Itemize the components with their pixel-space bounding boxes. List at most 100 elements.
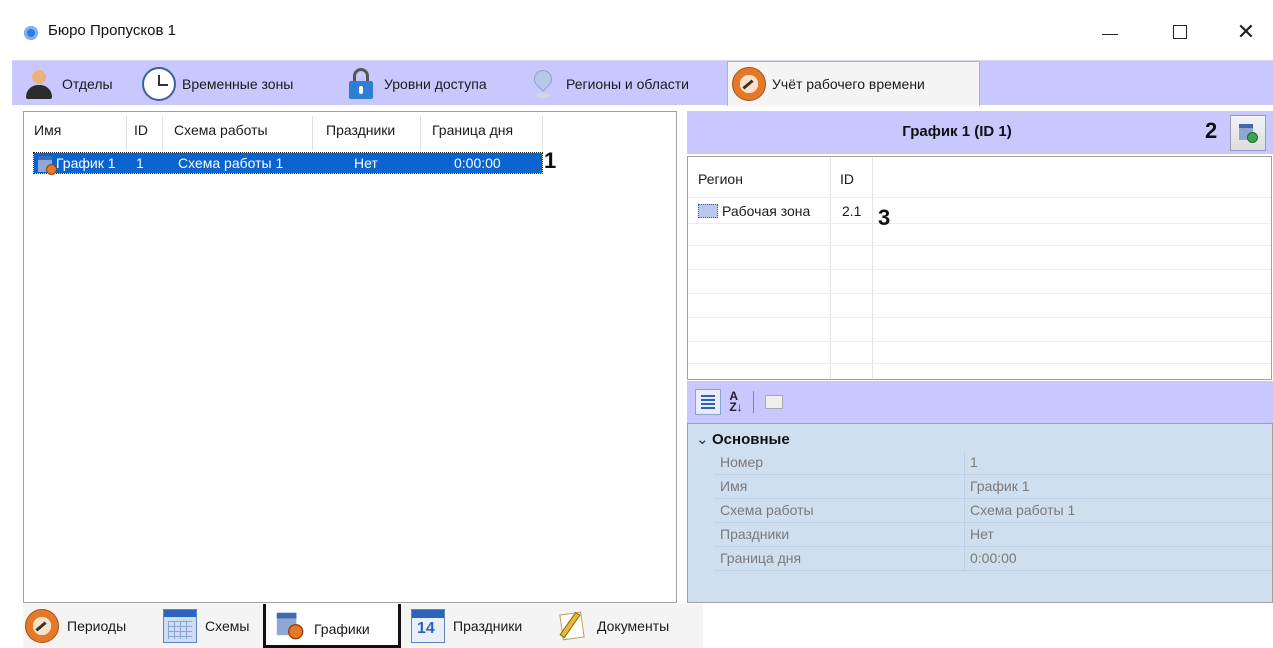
row-divider <box>688 223 1271 224</box>
column-header-region-id[interactable]: ID <box>840 171 854 187</box>
tab-label: Отделы <box>62 75 113 92</box>
callout-1: 1 <box>544 148 557 173</box>
tab-time-tracking[interactable]: Учёт рабочего времени <box>727 61 980 106</box>
property-name: Схема работы <box>720 502 814 518</box>
cell-holidays: Нет <box>354 155 378 171</box>
row-divider <box>688 269 1271 270</box>
row-divider <box>688 293 1271 294</box>
column-header-region[interactable]: Регион <box>698 171 743 187</box>
tab-label: Схемы <box>205 618 250 634</box>
tab-access-levels[interactable]: Уровни доступа <box>340 61 487 106</box>
schedule-icon <box>36 154 58 176</box>
property-name: Имя <box>720 478 748 494</box>
tab-schemes[interactable]: Схемы <box>163 604 249 648</box>
property-pages-button[interactable] <box>761 389 787 415</box>
property-row-holidays[interactable]: Праздники Нет <box>714 524 1272 544</box>
row-divider <box>714 570 1272 571</box>
close-icon: ✕ <box>1236 19 1256 44</box>
row-divider <box>714 474 1272 475</box>
person-icon <box>22 67 56 101</box>
cell-region-name: Рабочая зона <box>722 203 811 219</box>
property-name: Граница дня <box>720 550 802 566</box>
property-name: Праздники <box>720 526 790 542</box>
property-row-name[interactable]: Имя График 1 <box>714 476 1272 496</box>
tab-label: Периоды <box>67 618 127 634</box>
column-header-id[interactable]: ID <box>134 122 148 138</box>
tab-label: Графики <box>314 620 370 637</box>
property-value: Схема работы 1 <box>970 502 1076 518</box>
column-divider[interactable] <box>542 116 543 150</box>
top-tab-bar: Отделы Временные зоны Уровни доступа Рег… <box>12 60 1273 106</box>
row-divider <box>688 317 1271 318</box>
property-row-day-boundary[interactable]: Граница дня 0:00:00 <box>714 548 1272 568</box>
row-divider <box>714 546 1272 547</box>
clock-icon <box>142 66 176 101</box>
categorized-button[interactable] <box>695 389 721 415</box>
documents-icon <box>555 609 589 643</box>
property-value: Нет <box>970 526 994 542</box>
tab-label: Регионы и области <box>566 75 689 92</box>
tab-regions[interactable]: Регионы и области <box>522 61 689 106</box>
maximize-icon <box>1173 25 1187 39</box>
tab-label: Уровни доступа <box>384 75 487 92</box>
category-main[interactable]: ⌄ Основные <box>696 430 790 448</box>
table-icon <box>163 609 197 643</box>
schedule-detail-title: График 1 (ID 1) <box>902 123 1012 140</box>
schedule-add-icon <box>1237 122 1259 144</box>
column-header-day-boundary[interactable]: Граница дня <box>432 122 513 138</box>
column-divider <box>872 157 873 379</box>
title-bar: Бюро Пропусков 1 ✕ <box>0 0 1273 64</box>
property-row-scheme[interactable]: Схема работы Схема работы 1 <box>714 500 1272 520</box>
row-divider <box>688 341 1271 342</box>
column-divider[interactable] <box>162 116 163 150</box>
property-row-number[interactable]: Номер 1 <box>714 452 1272 472</box>
tab-departments[interactable]: Отделы <box>18 61 113 106</box>
zone-icon <box>698 204 718 218</box>
categorized-icon <box>701 395 715 409</box>
property-value: График 1 <box>970 478 1030 494</box>
schedule-icon <box>272 608 306 642</box>
calendar-icon: 14 <box>411 609 445 643</box>
gauge-icon <box>25 609 59 643</box>
tab-time-zones[interactable]: Временные зоны <box>138 61 293 106</box>
window-title: Бюро Пропусков 1 <box>48 22 176 39</box>
tab-label: Учёт рабочего времени <box>772 76 925 92</box>
property-pages-icon <box>765 395 783 409</box>
add-region-button[interactable] <box>1230 115 1266 151</box>
maximize-button[interactable] <box>1160 16 1200 48</box>
row-divider <box>714 522 1272 523</box>
column-divider[interactable] <box>312 116 313 150</box>
cell-region-id: 2.1 <box>842 203 862 219</box>
column-divider[interactable] <box>420 116 421 150</box>
property-toolbar: A Z↓ <box>687 381 1273 423</box>
row-divider <box>688 363 1271 364</box>
tab-label: Документы <box>597 618 670 634</box>
cell-day-boundary: 0:00:00 <box>454 155 501 171</box>
row-divider <box>688 245 1271 246</box>
close-button[interactable]: ✕ <box>1226 16 1266 48</box>
column-header-name[interactable]: Имя <box>34 122 61 138</box>
toolbar-separator <box>753 391 754 413</box>
column-divider[interactable] <box>126 116 127 150</box>
column-header-holidays[interactable]: Праздники <box>326 122 395 138</box>
row-divider <box>688 197 1271 198</box>
tab-schedules[interactable]: Графики <box>263 604 401 648</box>
callout-3: 3 <box>878 205 891 230</box>
property-grid: ⌄ Основные Номер 1 Имя График 1 Схема раб… <box>687 423 1273 603</box>
map-pin-icon <box>526 65 560 101</box>
cell-scheme: Схема работы 1 <box>178 155 284 171</box>
minimize-button[interactable] <box>1090 16 1130 48</box>
schedules-table: Имя ID Схема работы Праздники Граница дн… <box>23 111 677 603</box>
column-divider <box>830 157 831 379</box>
chevron-down-icon: ⌄ <box>696 431 709 448</box>
tab-holidays[interactable]: 14 Праздники <box>411 604 522 648</box>
sort-alphabetical-button[interactable]: A Z↓ <box>723 389 749 415</box>
gauge-icon <box>732 67 766 101</box>
bottom-tab-bar: Периоды Схемы Графики 14 Праздники Докум… <box>23 604 703 648</box>
tab-documents[interactable]: Документы <box>555 604 669 648</box>
tab-label: Праздники <box>453 618 523 634</box>
property-value: 0:00:00 <box>970 550 1017 566</box>
tab-periods[interactable]: Периоды <box>25 604 126 648</box>
category-label: Основные <box>712 431 790 448</box>
column-header-scheme[interactable]: Схема работы <box>174 122 268 138</box>
